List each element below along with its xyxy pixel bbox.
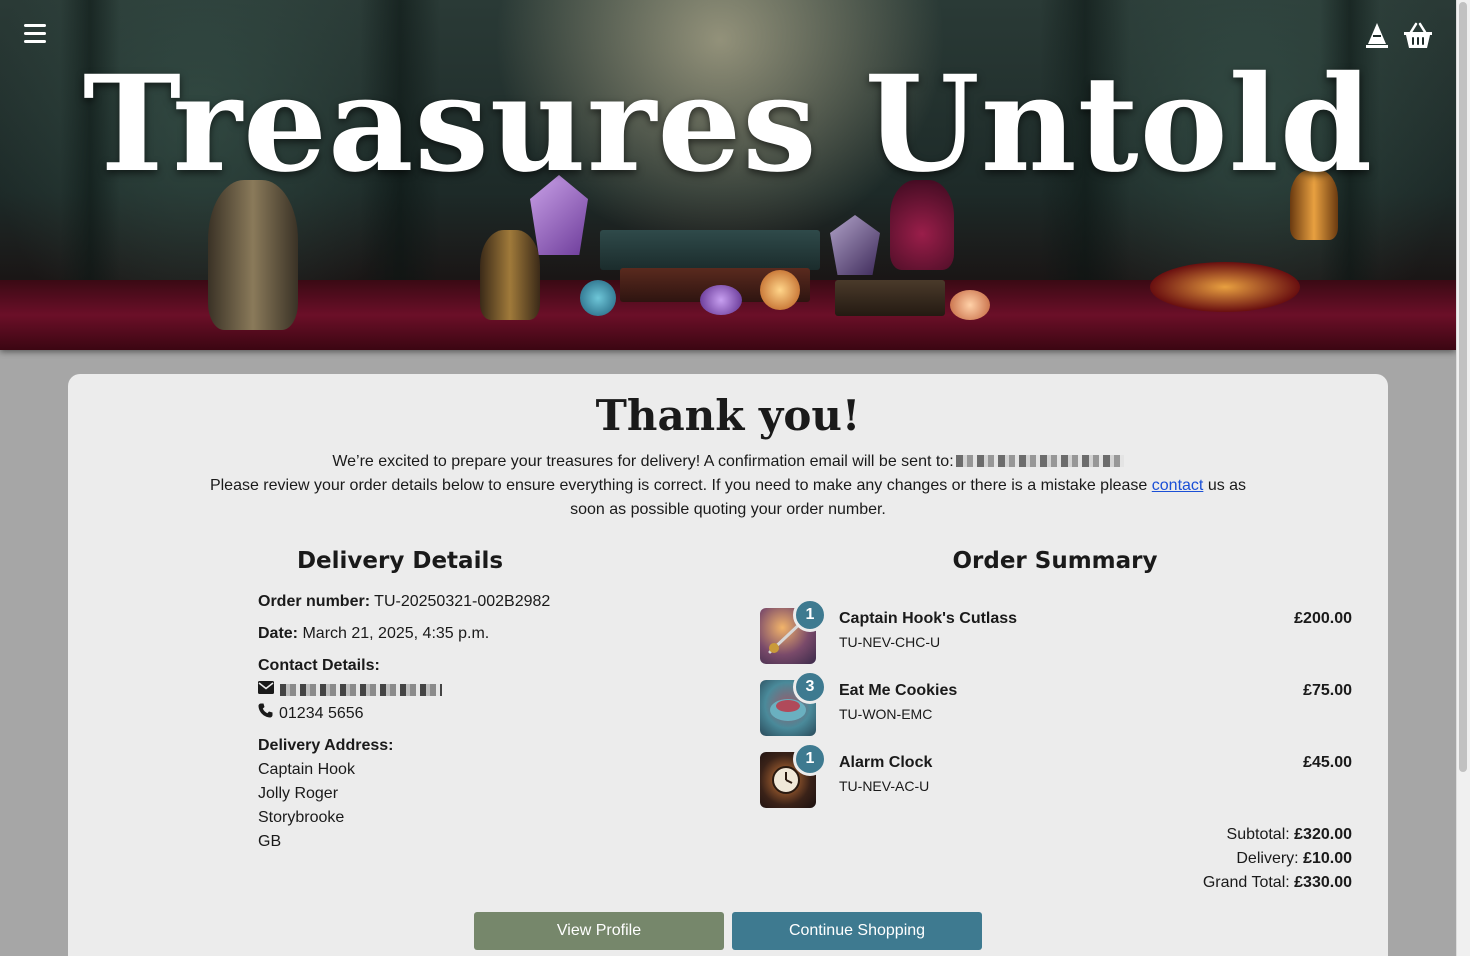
item-sku: TU-NEV-AC-U — [839, 778, 930, 794]
contact-phone: 01234 5656 — [279, 705, 364, 722]
envelope-icon — [258, 678, 274, 702]
delivery-address: Delivery Address: Captain Hook Jolly Rog… — [258, 734, 678, 854]
item-price: £200.00 — [1294, 610, 1352, 627]
order-number-row: Order number: TU-20250321-002B2982 — [258, 590, 678, 614]
old-book-image — [835, 280, 945, 316]
address-line: Jolly Roger — [258, 785, 339, 802]
email-notice-text: We’re excited to prepare your treasures … — [332, 453, 954, 470]
order-item: 1 Alarm Clock TU-NEV-AC-U £45.00 — [760, 742, 1352, 824]
item-price: £45.00 — [1303, 754, 1352, 771]
gem-image — [580, 280, 616, 316]
scrollbar-thumb[interactable] — [1459, 2, 1467, 772]
contact-email-row — [258, 678, 678, 702]
quantity-badge: 1 — [793, 598, 827, 632]
address-line: GB — [258, 833, 282, 850]
hamburger-menu-icon[interactable] — [24, 24, 46, 44]
order-date-value: March 21, 2025, 4:35 p.m. — [302, 625, 490, 642]
phone-icon — [258, 702, 273, 726]
item-sku: TU-NEV-CHC-U — [839, 634, 941, 650]
subtotal-row: Subtotal: £320.00 — [1040, 823, 1352, 847]
confirmation-message: We’re excited to prepare your treasures … — [200, 450, 1256, 522]
item-price: £75.00 — [1303, 682, 1352, 699]
delivery-cost-row: Delivery: £10.00 — [1040, 847, 1352, 871]
order-date-row: Date: March 21, 2025, 4:35 p.m. — [258, 622, 678, 646]
gem-image — [700, 285, 742, 315]
delivery-address-label: Delivery Address: — [258, 737, 394, 754]
grand-total-row: Grand Total: £330.00 — [1040, 871, 1352, 895]
view-profile-button[interactable]: View Profile — [474, 912, 724, 950]
subtotal-value: £320.00 — [1294, 826, 1352, 843]
grand-total-label: Grand Total: — [1202, 874, 1290, 891]
contact-details-label: Contact Details: — [258, 657, 380, 674]
hero-banner: Treasures Untold — [0, 0, 1456, 350]
brass-jug-image — [208, 180, 298, 330]
contact-link[interactable]: contact — [1152, 477, 1204, 494]
order-totals: Subtotal: £320.00 Delivery: £10.00 Grand… — [1040, 823, 1352, 895]
grand-total-value: £330.00 — [1294, 874, 1352, 891]
wizard-hat-icon[interactable] — [1364, 22, 1390, 50]
pyramid-crystal-image — [830, 215, 880, 275]
contact-phone-row: 01234 5656 — [258, 702, 678, 726]
candlestick-image — [480, 230, 540, 320]
candle-image — [950, 290, 990, 320]
order-date-label: Date: — [258, 625, 299, 642]
contact-details: Contact Details: 01234 5656 — [258, 654, 678, 726]
delivery-cost-value: £10.00 — [1303, 850, 1352, 867]
delivery-cost-label: Delivery: — [1236, 850, 1299, 867]
glassware-image — [1150, 262, 1300, 312]
address-line: Captain Hook — [258, 761, 355, 778]
order-number-value: TU-20250321-002B2982 — [374, 593, 551, 610]
glowing-orb-image — [760, 270, 800, 310]
confirmation-line-1: We’re excited to prepare your treasures … — [200, 450, 1256, 474]
quantity-badge: 1 — [793, 742, 827, 776]
subtotal-label: Subtotal: — [1226, 826, 1290, 843]
redacted-email — [280, 684, 442, 696]
continue-shopping-button[interactable]: Continue Shopping — [732, 912, 982, 950]
redacted-email — [955, 455, 1124, 467]
confirmation-line-2: Please review your order details below t… — [200, 474, 1256, 522]
book-stack-image — [600, 230, 820, 270]
site-title: Treasures Untold — [82, 47, 1374, 202]
basket-icon[interactable] — [1403, 22, 1433, 50]
item-sku: TU-WON-EMC — [839, 706, 933, 722]
review-notice-text: Please review your order details below t… — [209, 477, 1148, 494]
order-item: 1 Captain Hook's Cutlass TU-NEV-CHC-U £2… — [760, 598, 1352, 680]
order-summary-heading: Order Summary — [952, 548, 1158, 574]
page-title: Thank you! — [595, 391, 861, 440]
delivery-details-heading: Delivery Details — [296, 548, 504, 574]
order-number-label: Order number: — [258, 593, 371, 610]
quantity-badge: 3 — [793, 670, 827, 704]
delivery-details: Order number: TU-20250321-002B2982 Date:… — [258, 590, 678, 862]
order-item-list: 1 Captain Hook's Cutlass TU-NEV-CHC-U £2… — [760, 598, 1352, 824]
item-name: Alarm Clock — [839, 754, 933, 771]
order-item: 3 Eat Me Cookies TU-WON-EMC £75.00 — [760, 670, 1352, 752]
item-name: Captain Hook's Cutlass — [839, 610, 1018, 627]
item-name: Eat Me Cookies — [839, 682, 958, 699]
address-line: Storybrooke — [258, 809, 345, 826]
